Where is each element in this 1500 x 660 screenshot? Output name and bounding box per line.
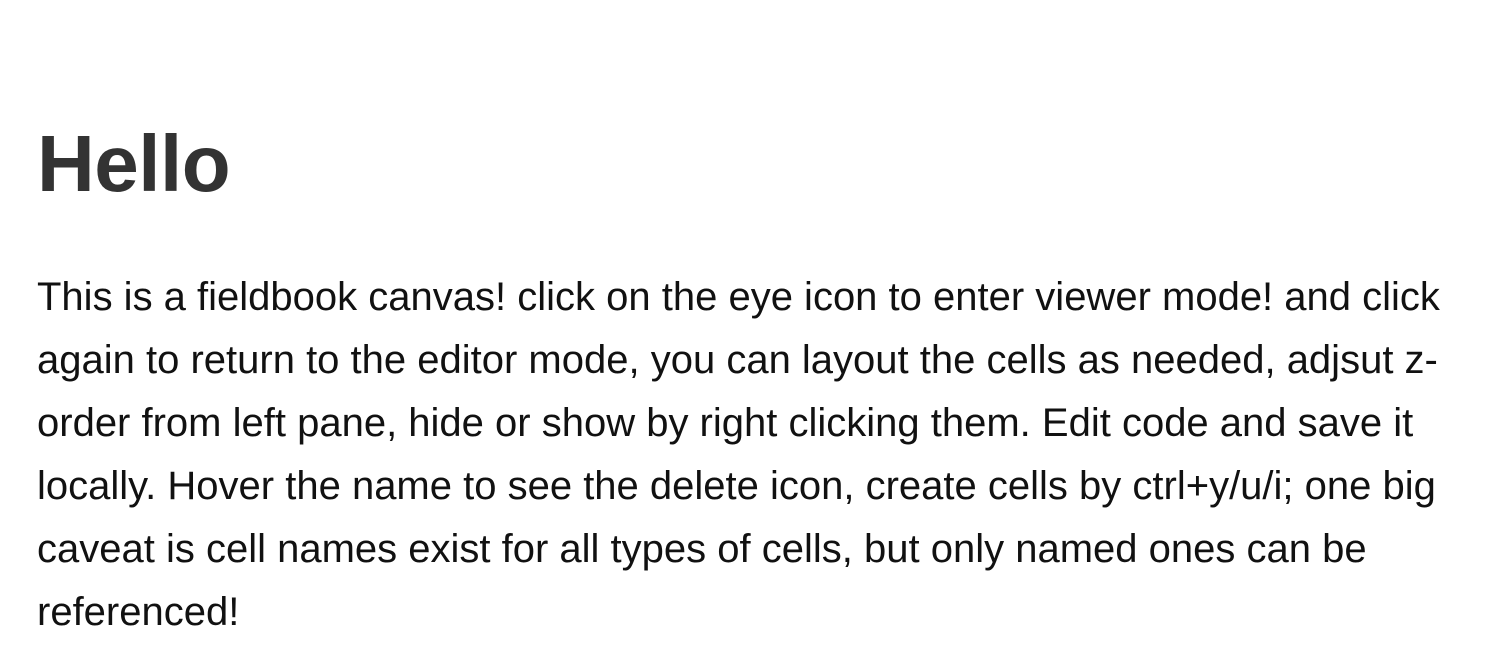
markdown-cell: Hello This is a fieldbook canvas! click … bbox=[0, 0, 1500, 660]
page-heading: Hello bbox=[37, 119, 231, 208]
intro-paragraph: This is a fieldbook canvas! click on the… bbox=[37, 275, 1440, 634]
